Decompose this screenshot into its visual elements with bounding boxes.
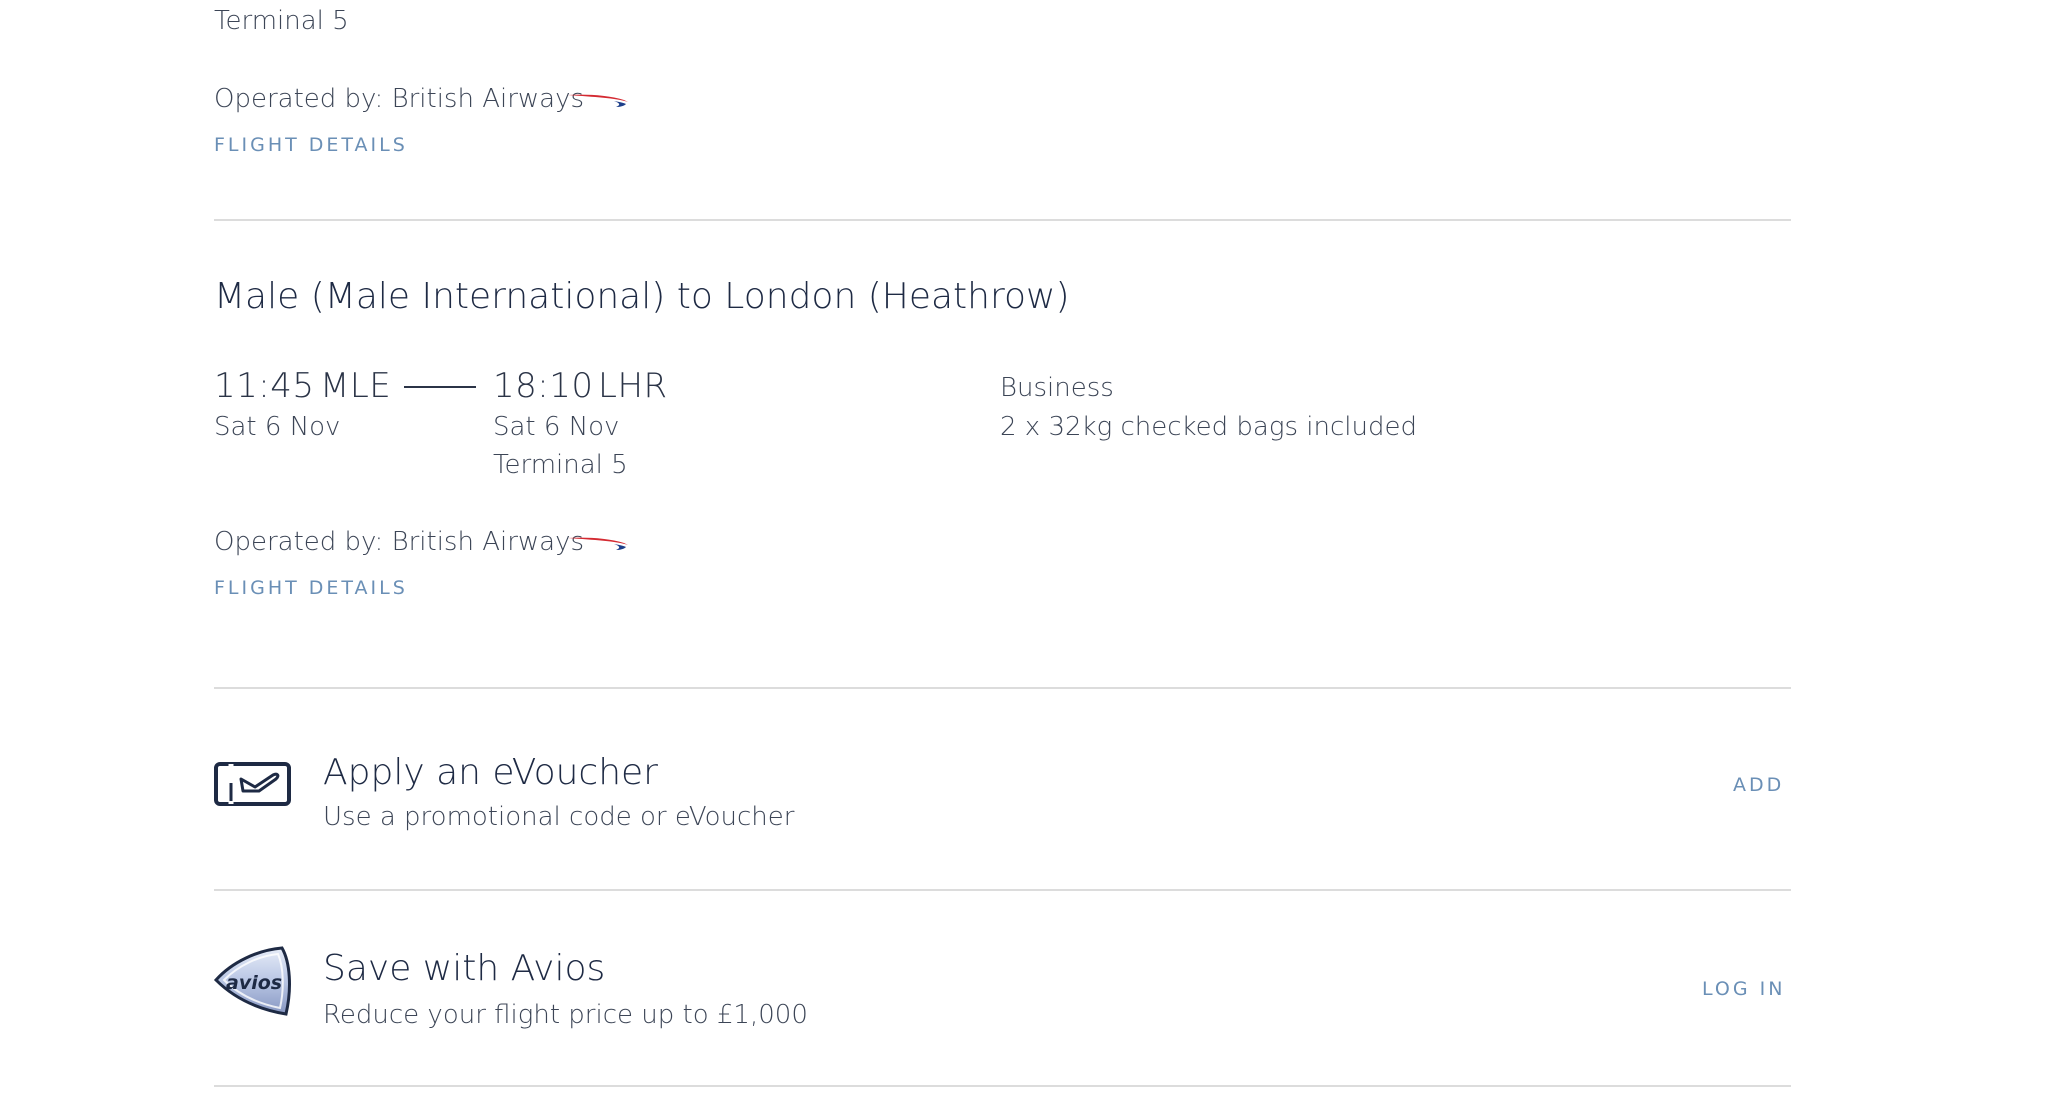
avios-login-button[interactable]: LOG IN (1702, 978, 1785, 1000)
british-airways-logo-icon (568, 537, 628, 550)
evoucher-ticket-icon (214, 762, 291, 806)
departure-time: 11:45 (214, 366, 315, 406)
arrival-time: 18:10 (493, 366, 594, 406)
arrival-date: Sat 6 Nov (493, 412, 620, 442)
operated-by: Operated by: British Airways (214, 527, 585, 557)
add-evoucher-button[interactable]: ADD (1733, 774, 1784, 796)
divider (214, 687, 1791, 689)
avios-logo-text: avios (226, 972, 282, 994)
segment-title: Male (Male International) to London (Hea… (214, 276, 1070, 317)
divider (214, 1085, 1791, 1087)
evoucher-subtitle: Use a promotional code or eVoucher (323, 802, 795, 832)
prev-operated-by: Operated by: British Airways (214, 84, 585, 114)
british-airways-logo-icon (568, 94, 628, 107)
divider (214, 889, 1791, 891)
prev-flight-details-link[interactable]: FLIGHT DETAILS (214, 134, 408, 156)
flight-details-link[interactable]: FLIGHT DETAILS (214, 577, 408, 599)
route-line (404, 386, 476, 388)
evoucher-title: Apply an eVoucher (323, 752, 658, 793)
departure-date: Sat 6 Nov (214, 412, 341, 442)
avios-logo-icon: avios (213, 946, 291, 1016)
cabin-class: Business (1000, 373, 1114, 403)
avios-subtitle: Reduce your flight price up to £1,000 (323, 1000, 808, 1030)
arrival-airport-code: LHR (598, 366, 668, 406)
baggage-allowance: 2 x 32kg checked bags included (1000, 412, 1417, 442)
avios-title: Save with Avios (323, 948, 606, 989)
divider (214, 219, 1791, 221)
arrival-terminal: Terminal 5 (493, 450, 628, 480)
prev-arrival-terminal: Terminal 5 (214, 6, 349, 36)
departure-airport-code: MLE (320, 366, 392, 406)
